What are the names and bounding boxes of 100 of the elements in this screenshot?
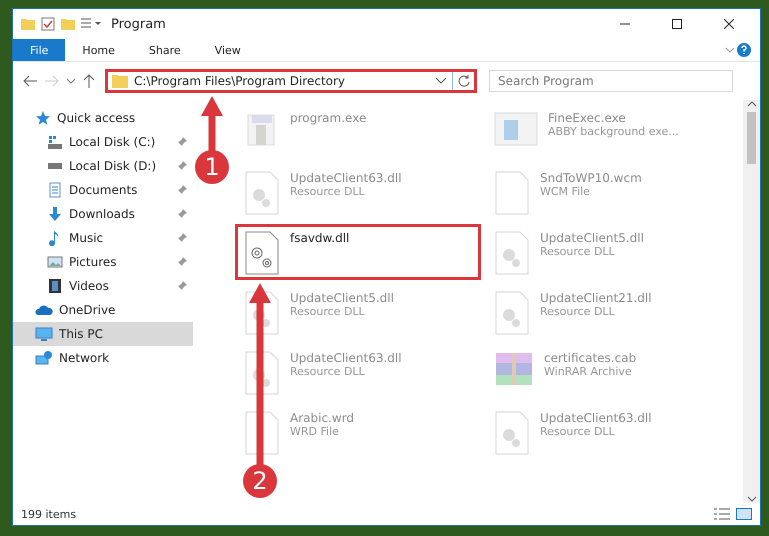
sidebar-item-label: Quick access bbox=[57, 111, 136, 125]
dll-file-icon bbox=[494, 291, 530, 335]
sidebar-item[interactable]: Downloads bbox=[13, 202, 193, 226]
file-name: UpdateClient5.dll bbox=[290, 291, 394, 305]
up-button[interactable] bbox=[81, 72, 97, 90]
gears-file-icon bbox=[244, 231, 280, 275]
maximize-icon bbox=[672, 19, 682, 29]
sidebar-item[interactable]: Quick access bbox=[13, 106, 193, 130]
dll-file-icon bbox=[244, 171, 280, 215]
address-path: C:\Program Files\Program Directory bbox=[134, 74, 346, 88]
ribbon-tab[interactable]: Home bbox=[65, 39, 132, 61]
file-name: Arabic.wrd bbox=[290, 411, 354, 425]
file-name: fsavdw.dll bbox=[290, 231, 350, 245]
document-icon bbox=[47, 182, 63, 198]
ribbon-tab[interactable]: View bbox=[198, 39, 258, 61]
search-field[interactable]: Search Program bbox=[489, 70, 733, 92]
dll-file-icon bbox=[244, 351, 280, 395]
file-type: Resource DLL bbox=[540, 425, 616, 438]
sidebar-item-label: Documents bbox=[69, 183, 138, 197]
window-icon bbox=[494, 111, 538, 147]
back-arrow-icon bbox=[23, 75, 37, 87]
scroll-up-icon bbox=[746, 100, 756, 108]
scroll-down-icon bbox=[746, 495, 756, 503]
large-icons-view-icon[interactable] bbox=[736, 508, 752, 520]
dll-file-icon bbox=[494, 231, 530, 275]
sidebar-item[interactable]: Pictures bbox=[13, 250, 193, 274]
file-type: WRD File bbox=[290, 425, 340, 438]
ribbon-tab[interactable]: Share bbox=[132, 39, 198, 61]
file-name: FineExec.exe bbox=[548, 111, 627, 125]
forward-arrow-icon bbox=[45, 75, 59, 87]
scrollbar[interactable] bbox=[743, 100, 760, 503]
dropdown-icon[interactable] bbox=[436, 78, 446, 84]
sidebar-item[interactable]: Network bbox=[13, 346, 193, 370]
window-title: Program bbox=[111, 16, 166, 32]
network-icon bbox=[35, 350, 53, 366]
details-view-icon[interactable] bbox=[714, 508, 730, 520]
properties-icon[interactable] bbox=[41, 17, 55, 31]
folder-icon bbox=[112, 74, 128, 88]
pin-icon bbox=[177, 209, 187, 219]
archive-icon bbox=[494, 351, 534, 387]
pin-icon bbox=[177, 257, 187, 267]
file-type: Resource DLL bbox=[540, 305, 616, 318]
file-name: UpdateClient63.dll bbox=[290, 171, 402, 185]
address-bar[interactable]: C:\Program Files\Program Directory bbox=[105, 69, 477, 93]
pin-icon bbox=[177, 233, 187, 243]
file-type: WCM File bbox=[540, 185, 591, 198]
file-name: UpdateClient63.dll bbox=[290, 351, 402, 365]
file-type: Resource DLL bbox=[290, 185, 366, 198]
file-type: ABBY background exe... bbox=[548, 125, 679, 138]
sidebar-item[interactable]: Local Disk (C:) bbox=[13, 130, 193, 154]
pin-icon bbox=[177, 161, 187, 171]
close-icon bbox=[724, 19, 734, 29]
pin-icon bbox=[177, 185, 187, 195]
chevron-down-icon bbox=[67, 78, 75, 84]
up-arrow-icon bbox=[83, 74, 95, 88]
sidebar-item[interactable]: Local Disk (D:) bbox=[13, 154, 193, 178]
sidebar-item[interactable]: OneDrive bbox=[13, 298, 193, 322]
sidebar-item-label: Videos bbox=[69, 279, 110, 293]
file-name: UpdateClient63.dll bbox=[540, 411, 652, 425]
sidebar-item-label: Pictures bbox=[69, 255, 118, 269]
sidebar-item-label: Local Disk (D:) bbox=[69, 159, 158, 173]
blank-file-icon bbox=[244, 411, 280, 455]
recent-locations-button[interactable] bbox=[65, 76, 77, 86]
picture-icon bbox=[47, 254, 63, 270]
sidebar-item-label: This PC bbox=[59, 327, 104, 341]
drive-icon bbox=[47, 136, 63, 148]
file-name: UpdateClient5.dll bbox=[540, 231, 644, 245]
ribbon-tab[interactable]: File bbox=[13, 39, 66, 61]
file-type: Resource DLL bbox=[290, 305, 366, 318]
sidebar-item-label: Local Disk (C:) bbox=[69, 135, 156, 149]
file-name: certificates.cab bbox=[544, 351, 636, 365]
dll-file-icon bbox=[494, 411, 530, 455]
sidebar-item-label: Network bbox=[59, 351, 110, 365]
pin-icon bbox=[177, 137, 187, 147]
back-button[interactable] bbox=[21, 73, 39, 89]
blank-file-icon bbox=[494, 171, 530, 215]
star-icon bbox=[35, 110, 51, 126]
drive-icon bbox=[47, 163, 63, 169]
customize-icon[interactable] bbox=[81, 18, 101, 30]
film-icon bbox=[47, 278, 63, 294]
download-icon bbox=[47, 206, 63, 222]
file-name: UpdateClient21.dll bbox=[540, 291, 652, 305]
sidebar-item-label: Downloads bbox=[69, 207, 136, 221]
file-name: program.exe bbox=[290, 111, 366, 125]
pin-icon bbox=[177, 281, 187, 291]
folder-icon bbox=[21, 18, 35, 30]
sidebar-item[interactable]: Documents bbox=[13, 178, 193, 202]
item-count: 199 items bbox=[21, 508, 78, 520]
file-type: Resource DLL bbox=[540, 245, 616, 258]
file-type: Resource DLL bbox=[290, 365, 366, 378]
sidebar-item[interactable]: Videos bbox=[13, 274, 193, 298]
sidebar-item[interactable]: Music bbox=[13, 226, 193, 250]
file-item[interactable]: fsavdw.dll bbox=[235, 224, 481, 280]
scrollbar-thumb[interactable] bbox=[747, 112, 756, 164]
sidebar-item-label: OneDrive bbox=[59, 303, 116, 317]
sidebar-item-label: Music bbox=[69, 231, 104, 245]
file-name: SndToWP10.wcm bbox=[540, 171, 642, 185]
monitor-icon bbox=[35, 326, 53, 342]
sidebar-item[interactable]: This PC bbox=[13, 322, 193, 346]
file-type: WinRAR Archive bbox=[544, 365, 633, 378]
